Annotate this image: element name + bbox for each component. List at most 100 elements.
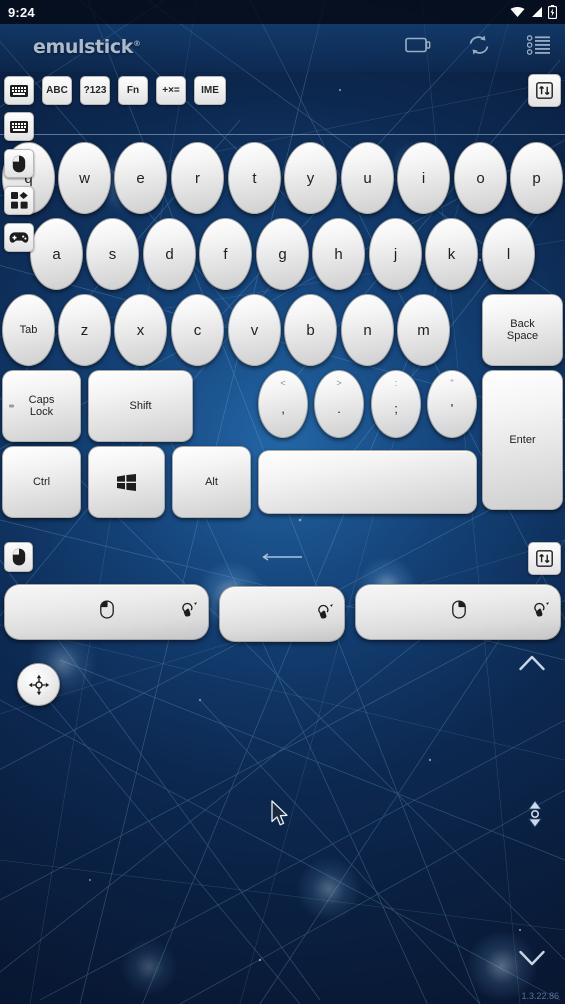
key-l[interactable]: l bbox=[482, 218, 535, 290]
key-quote-lower: ' bbox=[450, 400, 454, 416]
mouse-left-button[interactable] bbox=[4, 584, 209, 640]
ime-mode-button[interactable]: IME bbox=[194, 76, 226, 105]
windows-icon bbox=[117, 473, 136, 491]
key-k[interactable]: k bbox=[425, 218, 478, 290]
keyboard-icon bbox=[10, 120, 28, 133]
key-n[interactable]: n bbox=[341, 294, 394, 366]
sidebar-item-mouse[interactable] bbox=[4, 149, 34, 178]
list-icon[interactable] bbox=[526, 35, 551, 60]
virtual-keyboard: q w e r t y u i o p a s d f g h j k l Ta… bbox=[0, 140, 565, 520]
key-u[interactable]: u bbox=[341, 142, 394, 214]
key-w[interactable]: w bbox=[58, 142, 111, 214]
key-t[interactable]: t bbox=[228, 142, 281, 214]
key-semicolon[interactable]: : ; bbox=[371, 370, 421, 438]
scroll-thumb-handle[interactable] bbox=[526, 800, 544, 828]
key-shift[interactable]: Shift bbox=[88, 370, 193, 442]
key-caps-lock-line2: Lock bbox=[29, 406, 54, 418]
version-label: 1.3.22.86 bbox=[521, 991, 559, 1001]
signal-icon bbox=[532, 7, 542, 17]
key-f[interactable]: f bbox=[199, 218, 252, 290]
mouse-icon bbox=[12, 155, 26, 172]
keyboard-row-1: q w e r t y u i o p bbox=[0, 140, 565, 216]
tap-gesture-icon bbox=[317, 604, 334, 625]
key-tab[interactable]: Tab bbox=[2, 294, 55, 366]
sidebar-item-gamepad[interactable] bbox=[4, 223, 34, 252]
fn-mode-button[interactable]: Fn bbox=[118, 76, 148, 105]
scroll-up-chevron[interactable] bbox=[519, 655, 545, 671]
gamepad-icon bbox=[9, 232, 29, 243]
key-semicolon-lower: ; bbox=[394, 400, 398, 416]
sync-icon[interactable] bbox=[467, 34, 491, 61]
numsym-mode-button[interactable]: ?123 bbox=[80, 76, 110, 105]
app-logo: emulstick® bbox=[33, 36, 141, 58]
registered-mark: ® bbox=[132, 38, 141, 48]
key-v[interactable]: v bbox=[228, 294, 281, 366]
key-b[interactable]: b bbox=[284, 294, 337, 366]
key-backspace[interactable]: Back Space bbox=[482, 294, 563, 366]
keyboard-row-3: Tab z x c v b n m Back Space bbox=[0, 292, 565, 368]
mouse-toggle-button[interactable] bbox=[4, 542, 33, 572]
screen-icon[interactable] bbox=[405, 36, 431, 59]
swap-vertical-button[interactable] bbox=[528, 74, 561, 107]
mouse-right-click-icon bbox=[452, 600, 466, 624]
key-r[interactable]: r bbox=[171, 142, 224, 214]
key-comma[interactable]: < , bbox=[258, 370, 308, 438]
caps-lock-led bbox=[9, 404, 14, 408]
battery-icon bbox=[548, 5, 557, 19]
key-caps-lock[interactable]: Caps Lock bbox=[2, 370, 81, 442]
abc-mode-button[interactable]: ABC bbox=[42, 76, 72, 105]
key-p[interactable]: p bbox=[510, 142, 563, 214]
key-e[interactable]: e bbox=[114, 142, 167, 214]
key-x[interactable]: x bbox=[114, 294, 167, 366]
mouse-middle-button[interactable] bbox=[219, 586, 345, 642]
math-mode-button[interactable]: +×= bbox=[156, 76, 186, 105]
key-windows[interactable] bbox=[88, 446, 165, 518]
status-system-icons bbox=[510, 5, 557, 19]
swap-vertical-icon bbox=[536, 82, 553, 99]
key-c[interactable]: c bbox=[171, 294, 224, 366]
status-bar: 9:24 bbox=[0, 0, 565, 24]
key-quote[interactable]: " ' bbox=[427, 370, 477, 438]
key-i[interactable]: i bbox=[397, 142, 450, 214]
scroll-down-chevron[interactable] bbox=[519, 950, 545, 966]
sidebar-item-keyboard[interactable] bbox=[4, 112, 34, 141]
key-y[interactable]: y bbox=[284, 142, 337, 214]
key-backspace-line1: Back bbox=[510, 318, 535, 330]
mouse-swap-button[interactable] bbox=[528, 542, 561, 575]
key-j[interactable]: j bbox=[369, 218, 422, 290]
status-clock: 9:24 bbox=[8, 4, 35, 20]
key-s[interactable]: s bbox=[86, 218, 139, 290]
key-o[interactable]: o bbox=[454, 142, 507, 214]
keyboard-icon bbox=[10, 84, 28, 97]
app-header: emulstick® bbox=[0, 24, 565, 72]
key-backspace-line2: Space bbox=[506, 330, 539, 342]
key-a[interactable]: a bbox=[30, 218, 83, 290]
tap-gesture-icon bbox=[181, 602, 198, 623]
key-m[interactable]: m bbox=[397, 294, 450, 366]
mode-button-row: ABC ?123 Fn +×= IME bbox=[4, 76, 226, 105]
joystick-move-button[interactable] bbox=[17, 663, 60, 706]
tap-gesture-icon bbox=[533, 602, 550, 623]
panel-drag-handle[interactable] bbox=[262, 552, 304, 562]
key-h[interactable]: h bbox=[312, 218, 365, 290]
key-z[interactable]: z bbox=[58, 294, 111, 366]
key-comma-upper: < bbox=[280, 378, 286, 388]
keyboard-row-5: Ctrl Alt bbox=[0, 444, 565, 520]
key-space[interactable] bbox=[258, 450, 477, 514]
key-alt[interactable]: Alt bbox=[172, 446, 251, 518]
key-g[interactable]: g bbox=[256, 218, 309, 290]
key-period[interactable]: > . bbox=[314, 370, 364, 438]
key-comma-lower: , bbox=[281, 400, 285, 416]
key-ctrl[interactable]: Ctrl bbox=[2, 446, 81, 518]
move-4way-icon bbox=[28, 674, 49, 695]
key-d[interactable]: d bbox=[143, 218, 196, 290]
app-logo-text: emulstick bbox=[33, 36, 133, 58]
header-icon-group bbox=[405, 34, 551, 61]
mouse-right-button[interactable] bbox=[355, 584, 561, 640]
left-sidebar bbox=[4, 112, 34, 252]
key-semicolon-upper: : bbox=[394, 378, 398, 388]
keyboard-mode-button[interactable] bbox=[4, 76, 34, 105]
mouse-icon bbox=[12, 548, 25, 566]
sidebar-item-apps[interactable] bbox=[4, 186, 34, 215]
key-period-lower: . bbox=[337, 400, 341, 416]
